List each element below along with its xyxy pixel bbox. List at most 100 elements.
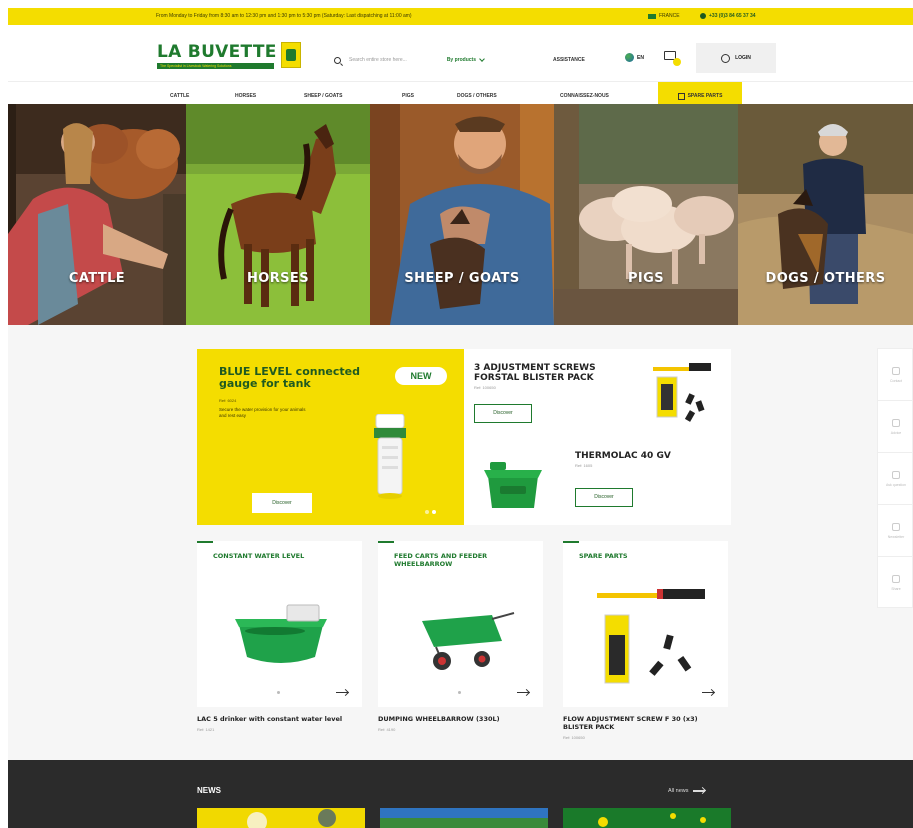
opening-hours: From Monday to Friday from 8:30 am to 12… xyxy=(156,13,412,19)
user-icon xyxy=(892,418,900,427)
cart-badge xyxy=(673,58,681,66)
arrow-right-icon xyxy=(693,790,706,792)
lac5-drinker-image xyxy=(235,604,327,663)
language-label: EN xyxy=(637,54,644,61)
side-tool-contact[interactable]: Contact xyxy=(878,349,913,401)
promo-second-title: 3 ADJUSTMENT SCREWS FORSTAL BLISTER PACK xyxy=(474,363,596,383)
gauge-product-image xyxy=(374,414,406,499)
search-bar[interactable]: Search entire store here... By products xyxy=(334,52,534,68)
product-name[interactable]: FLOW ADJUSTMENT SCREW F 30 (x3) BLISTER … xyxy=(563,715,723,731)
card-category: CONSTANT WATER LEVEL xyxy=(213,552,305,560)
phone-icon xyxy=(892,366,900,375)
search-scope-select[interactable]: By products xyxy=(447,57,476,63)
category-label: DOGS / OTHERS xyxy=(765,271,886,286)
nav-item-cattle[interactable]: CATTLE xyxy=(170,93,189,99)
featured-card-spare-parts[interactable]: SPARE PARTS xyxy=(563,541,728,707)
featured-card-constant-water-level[interactable]: CONSTANT WATER LEVEL xyxy=(197,541,362,707)
category-banners: CATTLE HORSES SHEEP / GOATS PIGS DOGS / … xyxy=(8,104,913,325)
product-name[interactable]: LAC 5 drinker with constant water level xyxy=(197,715,367,723)
promo-second[interactable]: 3 ADJUSTMENT SCREWS FORSTAL BLISTER PACK… xyxy=(474,363,624,423)
news-heading: NEWS xyxy=(197,786,221,795)
promo-main-description: Secure the water provision for your anim… xyxy=(219,407,306,418)
logo-badge-icon xyxy=(281,42,301,68)
featured-card-feed-carts[interactable]: FEED CARTS AND FEEDER WHEELBARROW xyxy=(378,541,543,707)
card-category: SPARE PARTS xyxy=(579,552,628,560)
arrow-right-icon[interactable] xyxy=(702,692,714,694)
top-info-bar: From Monday to Friday from 8:30 am to 12… xyxy=(8,8,913,25)
share-icon xyxy=(892,575,900,583)
promo-main-discover-button[interactable]: Discover xyxy=(252,493,312,513)
thermolac-image xyxy=(484,462,542,508)
flag-icon xyxy=(648,13,656,19)
category-label: PIGS xyxy=(628,271,664,286)
category-horses[interactable]: HORSES xyxy=(186,104,370,325)
logo-tagline: The Specialist in Livestock Watering Sol… xyxy=(157,63,274,69)
news-thumbnail[interactable] xyxy=(380,808,548,828)
category-label: SHEEP / GOATS xyxy=(404,271,520,286)
news-thumbnail[interactable] xyxy=(197,808,365,828)
side-tool-question[interactable]: Ask question xyxy=(878,453,913,505)
adjustment-screws-image xyxy=(653,363,711,422)
side-tool-share[interactable]: Share xyxy=(878,557,913,609)
country-label: FRANCE xyxy=(659,13,680,19)
sheep-goats-image xyxy=(370,104,554,325)
side-tool-newsletter[interactable]: Newsletter xyxy=(878,505,913,557)
flow-screw-image xyxy=(597,589,705,684)
product-ref: Ref: 1421 xyxy=(197,727,215,732)
nav-item-pigs[interactable]: PIGS xyxy=(402,93,414,99)
promo-block: BLUE LEVEL connected gauge for tank Ref:… xyxy=(197,349,731,525)
country-selector[interactable]: FRANCE xyxy=(648,13,680,19)
category-cattle[interactable]: CATTLE xyxy=(8,104,186,325)
globe-icon xyxy=(625,53,634,62)
pigs-image xyxy=(554,104,738,325)
search-icon[interactable] xyxy=(334,56,341,64)
promo-second-discover-button[interactable]: Discover xyxy=(474,404,532,423)
nav-item-connaissez-nous[interactable]: CONNAISSEZ-NOUS xyxy=(560,93,609,99)
spare-parts-label: SPARE PARTS xyxy=(687,93,723,99)
product-ref: Ref: 4190 xyxy=(378,727,396,732)
logo-text: LA BUVETTE xyxy=(157,42,277,62)
nav-item-horses[interactable]: HORSES xyxy=(235,93,256,99)
promo-third[interactable]: THERMOLAC 40 GV Ref: 1605 Discover xyxy=(575,451,671,507)
spare-parts-icon xyxy=(677,92,685,100)
page: From Monday to Friday from 8:30 am to 12… xyxy=(8,8,913,828)
category-dogs-others[interactable]: DOGS / OTHERS xyxy=(738,104,913,325)
login-button[interactable]: LOGIN xyxy=(696,43,776,73)
promo-main-ref: Ref: 6024 xyxy=(219,398,237,403)
promo-main[interactable]: BLUE LEVEL connected gauge for tank Ref:… xyxy=(197,349,464,525)
nav-item-dogs-others[interactable]: DOGS / OTHERS xyxy=(457,93,497,99)
assistance-link[interactable]: ASSISTANCE xyxy=(553,57,585,63)
product-ref: Ref: 100650 xyxy=(563,735,585,740)
carousel-dots[interactable] xyxy=(425,510,436,514)
phone-link[interactable]: +33 (0)3 84 65 37 34 xyxy=(700,13,756,19)
promo-third-title: THERMOLAC 40 GV xyxy=(575,451,671,461)
category-label: HORSES xyxy=(247,271,309,286)
logo[interactable]: LA BUVETTE The Specialist in Livestock W… xyxy=(157,44,277,72)
login-label: LOGIN xyxy=(735,55,751,61)
category-pigs[interactable]: PIGS xyxy=(554,104,738,325)
featured-cards: CONSTANT WATER LEVEL FEED CARTS AND FEED… xyxy=(197,541,737,746)
side-tool-advice[interactable]: Advice xyxy=(878,401,913,453)
search-input[interactable]: Search entire store here... xyxy=(349,57,407,63)
arrow-right-icon[interactable] xyxy=(517,692,529,694)
language-selector[interactable]: EN xyxy=(625,53,644,62)
all-news-link[interactable]: All news xyxy=(668,788,706,794)
news-thumbnail[interactable] xyxy=(563,808,731,828)
wheelbarrow-image xyxy=(422,612,515,670)
promo-main-title: BLUE LEVEL connected gauge for tank xyxy=(219,365,360,390)
product-name[interactable]: DUMPING WHEELBARROW (330L) xyxy=(378,715,548,723)
new-badge: NEW xyxy=(395,367,447,385)
nav-item-sheep-goats[interactable]: SHEEP / GOATS xyxy=(304,93,342,99)
horses-image xyxy=(186,104,370,325)
phone-icon xyxy=(700,13,706,19)
arrow-right-icon[interactable] xyxy=(336,692,348,694)
news-section: NEWS All news xyxy=(8,760,913,828)
side-toolbar: Contact Advice Ask question Newsletter S… xyxy=(877,348,913,608)
promo-third-ref: Ref: 1605 xyxy=(575,463,593,468)
dogs-others-image xyxy=(738,104,913,325)
promo-third-discover-button[interactable]: Discover xyxy=(575,488,633,507)
category-sheep-goats[interactable]: SHEEP / GOATS xyxy=(370,104,554,325)
user-icon xyxy=(721,53,731,63)
cart-icon[interactable] xyxy=(664,49,681,66)
mail-icon xyxy=(892,522,900,531)
